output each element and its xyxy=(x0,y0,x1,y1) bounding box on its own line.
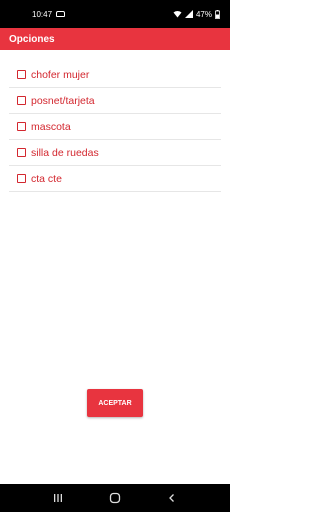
checkbox[interactable] xyxy=(17,96,26,105)
checkbox[interactable] xyxy=(17,70,26,79)
option-label: silla de ruedas xyxy=(31,146,99,159)
options-list: chofer mujer posnet/tarjeta mascota sill… xyxy=(9,62,221,192)
option-label: posnet/tarjeta xyxy=(31,94,95,107)
option-label: mascota xyxy=(31,120,71,133)
status-left: 10:47 xyxy=(32,9,66,19)
accept-button[interactable]: ACEPTAR xyxy=(87,389,143,417)
option-silla-de-ruedas[interactable]: silla de ruedas xyxy=(9,140,221,166)
status-right: 47% xyxy=(173,9,220,19)
status-bar: 10:47 47% xyxy=(0,0,230,28)
checkbox[interactable] xyxy=(17,148,26,157)
navigation-bar xyxy=(0,484,230,512)
battery-icon xyxy=(215,9,220,19)
app-bar: Opciones xyxy=(0,28,230,50)
signal-icon xyxy=(184,10,193,18)
checkbox[interactable] xyxy=(17,122,26,131)
recent-apps-icon[interactable] xyxy=(50,490,66,506)
battery-percentage: 47% xyxy=(195,9,212,19)
wifi-icon xyxy=(173,10,182,18)
checkbox[interactable] xyxy=(17,174,26,183)
page-title: Opciones xyxy=(9,33,55,45)
option-label: cta cte xyxy=(31,172,62,185)
option-mascota[interactable]: mascota xyxy=(9,114,221,140)
option-chofer-mujer[interactable]: chofer mujer xyxy=(9,62,221,88)
home-icon[interactable] xyxy=(107,490,123,506)
status-time: 10:47 xyxy=(32,9,53,19)
option-label: chofer mujer xyxy=(31,68,90,81)
option-posnet-tarjeta[interactable]: posnet/tarjeta xyxy=(9,88,221,114)
car-icon xyxy=(56,11,66,17)
back-icon[interactable] xyxy=(164,490,180,506)
option-cta-cte[interactable]: cta cte xyxy=(9,166,221,192)
